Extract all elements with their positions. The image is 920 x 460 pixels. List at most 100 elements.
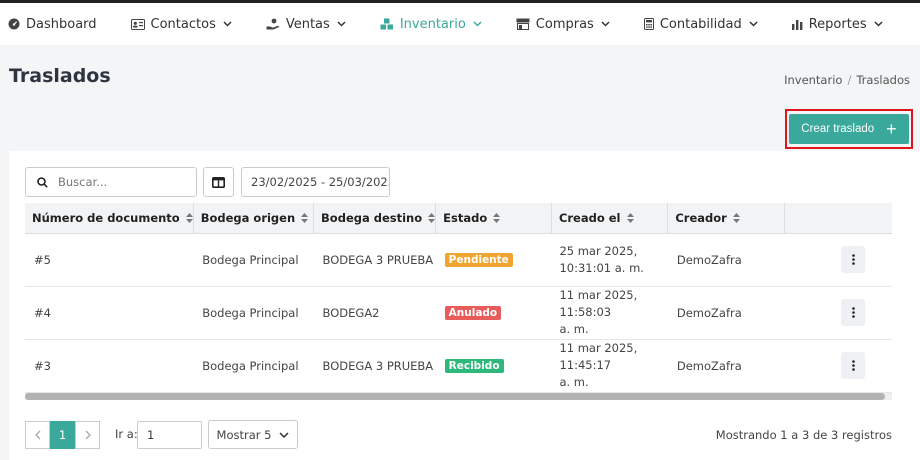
nav-contactos-label: Contactos — [150, 16, 216, 32]
nav-reportes[interactable]: Reportes — [791, 16, 883, 32]
create-transfer-label: Crear traslado — [801, 123, 875, 135]
cell-creator: DemoZafra — [667, 286, 785, 340]
cell-actions — [784, 286, 892, 340]
chevron-left-icon — [34, 430, 40, 440]
table-row: #4 Bodega Principal BODEGA2 Anulado 11 m… — [25, 286, 892, 340]
cell-status: Anulado — [435, 286, 552, 340]
hand-coin-icon — [266, 18, 280, 30]
breadcrumb-separator: / — [847, 73, 852, 87]
nav-dashboard-label: Dashboard — [26, 16, 97, 32]
cell-destination: BODEGA 3 PRUEBA — [313, 339, 436, 393]
cell-destination: BODEGA2 — [313, 286, 436, 340]
created-line-1: 11 mar 2025, 11:58:03 — [559, 288, 638, 319]
cell-creator: DemoZafra — [667, 339, 785, 393]
plus-icon: + — [886, 119, 897, 139]
store-icon — [516, 18, 530, 30]
created-line-1: 25 mar 2025, — [559, 243, 638, 258]
sort-icon — [732, 213, 740, 224]
page-title: Traslados — [9, 65, 111, 87]
row-actions-button[interactable] — [841, 299, 866, 326]
kebab-menu-icon — [851, 254, 855, 265]
transfers-card: 23/02/2025 - 25/03/2025 Número de docume… — [9, 151, 920, 460]
page-size-label: Mostrar 5 — [216, 427, 272, 442]
column-header-origin[interactable]: Bodega origen — [193, 203, 315, 234]
calculator-icon — [643, 18, 654, 30]
cell-created: 11 mar 2025, 11:45:17 a. m. — [551, 339, 668, 393]
date-range-input[interactable]: 23/02/2025 - 25/03/2025 — [241, 167, 390, 197]
created-line-2: 10:31:01 a. m. — [559, 260, 644, 275]
contact-card-icon — [130, 18, 145, 30]
nav-ventas-label: Ventas — [285, 16, 330, 32]
status-badge: Anulado — [444, 306, 502, 320]
chevron-down-icon — [279, 431, 289, 438]
cell-creator: DemoZafra — [667, 233, 785, 287]
row-actions-button[interactable] — [841, 352, 866, 379]
cell-document: #5 — [25, 233, 194, 287]
cell-status: Recibido — [435, 339, 552, 393]
chevron-right-icon — [85, 430, 91, 440]
cell-actions — [784, 233, 892, 287]
kebab-menu-icon — [851, 360, 855, 371]
status-badge: Pendiente — [444, 253, 513, 267]
horizontal-scrollbar[interactable] — [25, 393, 892, 400]
nav-dashboard[interactable]: Dashboard — [8, 17, 97, 32]
nav-contabilidad-label: Contabilidad — [659, 16, 742, 32]
goto-page-input[interactable] — [137, 421, 202, 449]
chevron-down-icon — [473, 21, 482, 27]
page-size-select[interactable]: Mostrar 5 — [208, 420, 298, 449]
nav-reportes-label: Reportes — [808, 16, 867, 32]
search-input[interactable] — [58, 175, 178, 189]
breadcrumb: Inventario / Traslados — [784, 73, 910, 87]
bar-chart-icon — [791, 19, 803, 30]
sort-icon — [185, 213, 193, 224]
next-page-button[interactable] — [75, 421, 100, 449]
prev-page-button[interactable] — [25, 421, 50, 449]
cell-actions — [784, 339, 892, 393]
nav-inventario[interactable]: Inventario — [380, 17, 482, 32]
columns-toggle-button[interactable] — [203, 167, 234, 197]
status-badge: Recibido — [444, 359, 504, 373]
chevron-down-icon — [601, 21, 610, 27]
nav-compras[interactable]: Compras — [516, 17, 610, 32]
column-header-document[interactable]: Número de documento — [25, 203, 194, 234]
nav-ventas[interactable]: Ventas — [266, 17, 346, 32]
nav-contabilidad[interactable]: Contabilidad — [643, 16, 758, 32]
cell-status: Pendiente — [435, 233, 552, 287]
boxes-icon — [380, 18, 393, 30]
create-transfer-button[interactable]: Crear traslado + — [789, 114, 909, 144]
sort-icon — [428, 213, 436, 224]
table-row: #5 Bodega Principal BODEGA 3 PRUEBA Pend… — [25, 233, 892, 287]
top-navbar: Dashboard Contactos Ventas Inventario Co… — [0, 0, 920, 45]
scrollbar-thumb[interactable] — [25, 393, 885, 400]
cell-created: 25 mar 2025, 10:31:01 a. m. — [551, 233, 668, 287]
column-header-label: Número de documento — [32, 210, 180, 225]
cell-origin: Bodega Principal — [193, 339, 314, 393]
chevron-down-icon — [223, 21, 232, 27]
column-header-label: Creado el — [558, 210, 621, 225]
row-actions-button[interactable] — [841, 246, 866, 273]
column-header-status[interactable]: Estado — [435, 203, 552, 234]
chevron-down-icon — [337, 21, 346, 27]
breadcrumb-item-inventario[interactable]: Inventario — [784, 73, 842, 87]
search-icon — [37, 176, 48, 188]
nav-contactos[interactable]: Contactos — [130, 16, 232, 32]
search-box[interactable] — [25, 167, 197, 197]
column-header-label: Estado — [443, 210, 488, 225]
created-line-2: a. m. — [559, 322, 589, 336]
column-header-creator[interactable]: Creador — [667, 203, 785, 234]
column-header-label: Bodega origen — [200, 210, 296, 225]
column-header-created[interactable]: Creado el — [551, 203, 669, 234]
column-header-label: Creador — [675, 210, 727, 225]
records-summary: Mostrando 1 a 3 de 3 registros — [715, 428, 892, 442]
kebab-menu-icon — [851, 307, 855, 318]
page-button-current[interactable]: 1 — [50, 421, 75, 449]
table-row: #3 Bodega Principal BODEGA 3 PRUEBA Reci… — [25, 339, 892, 393]
cell-created: 11 mar 2025, 11:58:03 a. m. — [551, 286, 668, 340]
chevron-down-icon — [874, 21, 883, 27]
breadcrumb-item-traslados: Traslados — [856, 73, 910, 87]
transfers-table-container: Número de documento Bodega origen Bodega… — [25, 203, 892, 393]
column-header-destination[interactable]: Bodega destino — [313, 203, 437, 234]
chevron-down-icon — [749, 21, 758, 27]
sort-icon — [626, 213, 634, 224]
cell-document: #4 — [25, 286, 194, 340]
